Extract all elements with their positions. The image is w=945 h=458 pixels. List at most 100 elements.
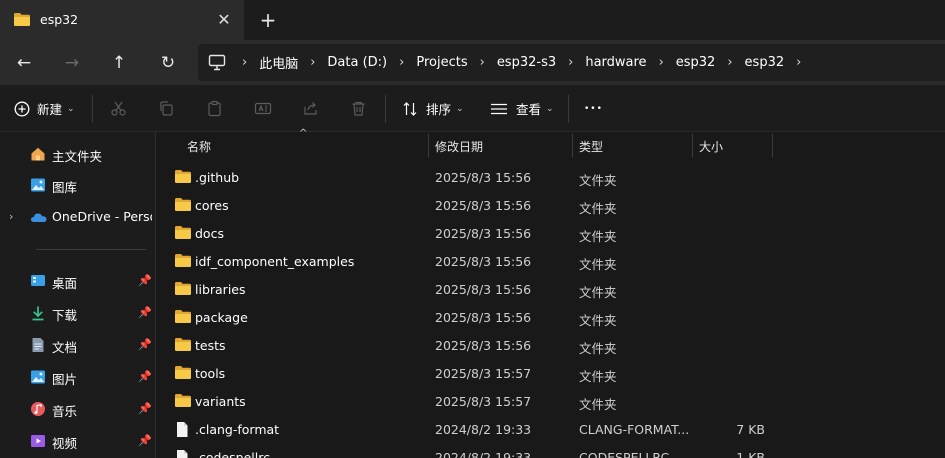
file-type: 文件夹 xyxy=(579,313,617,328)
sidebar-item-music[interactable]: 音乐 📌 xyxy=(0,394,155,424)
chevron-right-icon[interactable]: › xyxy=(790,55,807,70)
file-name: libraries xyxy=(195,282,246,297)
computer-icon xyxy=(208,54,226,74)
videos-icon xyxy=(30,433,46,449)
chevron-right-icon[interactable]: › xyxy=(653,55,670,70)
new-tab-button[interactable]: + xyxy=(257,9,279,31)
column-header-date[interactable]: 修改日期 xyxy=(435,138,483,155)
pin-icon[interactable]: 📌 xyxy=(138,370,152,383)
file-row[interactable]: tools 2025/8/3 15:57 文件夹 xyxy=(156,359,945,387)
chevron-right-icon[interactable]: › xyxy=(721,55,738,70)
sidebar-item-onedrive[interactable]: › OneDrive - Perso xyxy=(0,202,155,232)
breadcrumb-item[interactable]: Data (D:) xyxy=(321,55,393,70)
navigation-bar: ← → ↑ ↻ › 此电脑 › Data (D:) › Projects › e… xyxy=(0,40,945,85)
column-divider[interactable] xyxy=(428,134,429,158)
file-type: 文件夹 xyxy=(579,341,617,356)
rename-button[interactable] xyxy=(254,85,272,132)
up-button[interactable]: ↑ xyxy=(107,51,131,75)
file-name: variants xyxy=(195,394,246,409)
pin-icon[interactable]: 📌 xyxy=(138,338,152,351)
sidebar-item-downloads[interactable]: 下载 📌 xyxy=(0,298,155,328)
cut-icon xyxy=(111,101,126,116)
paste-button[interactable] xyxy=(206,85,223,132)
address-bar[interactable]: › 此电脑 › Data (D:) › Projects › esp32-s3 … xyxy=(198,44,945,81)
chevron-right-icon[interactable]: › xyxy=(304,55,321,70)
file-icon xyxy=(174,449,190,458)
chevron-right-icon[interactable]: › xyxy=(236,55,253,70)
breadcrumb-item[interactable]: esp32 xyxy=(670,55,722,70)
view-button[interactable]: 查看 ⌄ xyxy=(490,85,554,132)
column-divider[interactable] xyxy=(572,134,573,158)
sidebar-item-label: 主文件夹 xyxy=(52,149,103,164)
file-row[interactable]: libraries 2025/8/3 15:56 文件夹 xyxy=(156,275,945,303)
new-button[interactable]: 新建 ⌄ xyxy=(14,85,75,132)
view-icon xyxy=(491,103,507,114)
back-button[interactable]: ← xyxy=(12,51,36,75)
chevron-right-icon[interactable]: › xyxy=(474,55,491,70)
sort-button[interactable]: 排序 ⌄ xyxy=(402,85,464,132)
column-header-name[interactable]: 名称 xyxy=(187,138,211,155)
sidebar-item-pictures[interactable]: 图片 📌 xyxy=(0,362,155,392)
command-bar: 新建 ⌄ 排序 ⌄ 查看 ⌄ ••• xyxy=(0,85,945,132)
file-row[interactable]: package 2025/8/3 15:56 文件夹 xyxy=(156,303,945,331)
forward-button[interactable]: → xyxy=(60,51,84,75)
tab-title: esp32 xyxy=(40,12,79,27)
folder-icon xyxy=(174,337,192,355)
breadcrumb-item[interactable]: 此电脑 xyxy=(253,53,304,72)
breadcrumb-item[interactable]: esp32-s3 xyxy=(491,55,562,70)
pin-icon[interactable]: 📌 xyxy=(138,274,152,287)
tab-esp32[interactable]: esp32 ✕ xyxy=(0,0,244,40)
sidebar-item-videos[interactable]: 视频 📌 xyxy=(0,426,155,456)
file-date: 2024/8/2 19:33 xyxy=(435,450,532,458)
more-options-icon[interactable]: ••• xyxy=(584,85,603,132)
navigation-pane: 主文件夹 图库 › OneDrive - Perso 桌面 📌 下载 📌 文档 … xyxy=(0,132,155,458)
file-row[interactable]: .github 2025/8/3 15:56 文件夹 xyxy=(156,163,945,191)
file-date: 2025/8/3 15:56 xyxy=(435,226,532,241)
file-type: 文件夹 xyxy=(579,397,617,412)
refresh-button[interactable]: ↻ xyxy=(156,51,180,75)
file-row[interactable]: cores 2025/8/3 15:56 文件夹 xyxy=(156,191,945,219)
delete-button[interactable] xyxy=(350,85,367,132)
sidebar-item-label: 图库 xyxy=(52,180,78,195)
breadcrumb-item[interactable]: hardware xyxy=(579,55,652,70)
file-row[interactable]: .codespellrc 2024/8/2 19:33 CODESPELLRC ..… xyxy=(156,443,945,458)
sidebar-item-home[interactable]: 主文件夹 xyxy=(0,139,155,169)
column-header-type[interactable]: 类型 xyxy=(579,138,603,155)
file-name: tools xyxy=(195,366,226,381)
file-row[interactable]: idf_component_examples 2025/8/3 15:56 文件夹 xyxy=(156,247,945,275)
file-icon xyxy=(174,421,190,441)
folder-icon xyxy=(174,393,192,411)
chevron-right-icon[interactable]: › xyxy=(393,55,410,70)
sort-ascending-icon: ^ xyxy=(299,128,308,139)
sidebar-item-documents[interactable]: 文档 📌 xyxy=(0,330,155,360)
pin-icon[interactable]: 📌 xyxy=(138,434,152,447)
column-divider[interactable] xyxy=(692,134,693,158)
breadcrumb-item[interactable]: Projects xyxy=(410,55,473,70)
share-button[interactable] xyxy=(302,85,319,132)
folder-icon xyxy=(174,365,192,383)
file-row[interactable]: .clang-format 2024/8/2 19:33 CLANG-FORMAT.… xyxy=(156,415,945,443)
cut-button[interactable] xyxy=(110,85,127,132)
pin-icon[interactable]: 📌 xyxy=(138,306,152,319)
delete-icon xyxy=(352,101,365,116)
sidebar-item-gallery[interactable]: 图库 xyxy=(0,170,155,200)
file-type: CODESPELLRC ... xyxy=(579,450,686,458)
sidebar-item-label: OneDrive - Perso xyxy=(52,209,152,224)
chevron-right-icon[interactable]: › xyxy=(562,55,579,70)
column-divider[interactable] xyxy=(772,134,773,158)
close-icon[interactable]: ✕ xyxy=(214,10,234,30)
file-date: 2025/8/3 15:56 xyxy=(435,310,532,325)
paste-icon xyxy=(208,100,221,117)
toolbar-divider xyxy=(568,95,569,123)
chevron-right-icon[interactable]: › xyxy=(9,210,13,223)
title-bar: esp32 ✕ + xyxy=(0,0,945,40)
file-date: 2025/8/3 15:56 xyxy=(435,282,532,297)
file-row[interactable]: tests 2025/8/3 15:56 文件夹 xyxy=(156,331,945,359)
column-header-size[interactable]: 大小 xyxy=(699,138,723,155)
breadcrumb-item[interactable]: esp32 xyxy=(739,55,791,70)
copy-button[interactable] xyxy=(158,85,175,132)
file-row[interactable]: docs 2025/8/3 15:56 文件夹 xyxy=(156,219,945,247)
file-row[interactable]: variants 2025/8/3 15:57 文件夹 xyxy=(156,387,945,415)
sidebar-item-desktop[interactable]: 桌面 📌 xyxy=(0,266,155,296)
pin-icon[interactable]: 📌 xyxy=(138,402,152,415)
